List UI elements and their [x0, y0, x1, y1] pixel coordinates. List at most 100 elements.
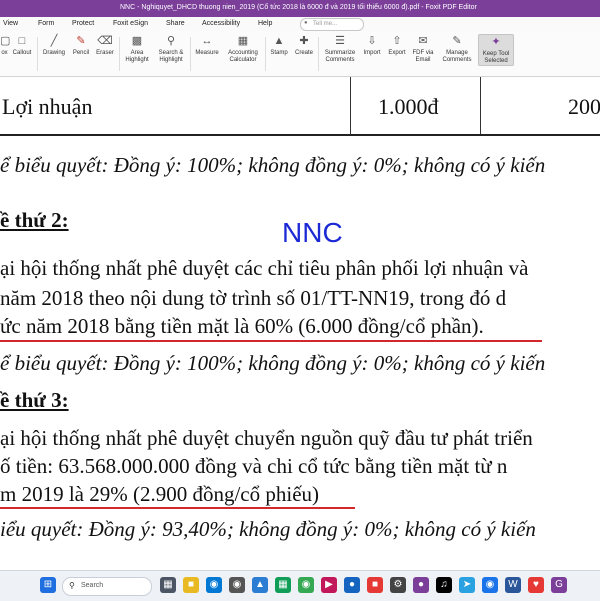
pencil-icon: ✎ [76, 35, 86, 47]
textbox-button[interactable]: ▢ ox [0, 34, 11, 57]
para2-line3: ức năm 2018 bằng tiền mặt là 60% (6.000 … [0, 314, 484, 338]
keep-tool-selected-button[interactable]: ✦ Keep Tool Selected [478, 34, 514, 66]
drawing-button[interactable]: ╱ Drawing [40, 34, 68, 57]
red-underline-2 [0, 507, 355, 509]
vote-result-2: ể biểu quyết: Đồng ý: 100%; không đồng ý… [0, 351, 546, 375]
fdf-email-icon: ✉ [418, 35, 428, 47]
area-highlight-button[interactable]: ▩ Area Highlight [122, 34, 152, 64]
menu-share[interactable]: Share [166, 20, 185, 27]
search-icon: ⚲ [69, 581, 75, 590]
summarize-comments-button[interactable]: ☰ Summarize Comments [321, 34, 359, 64]
vote-result-1: ể biểu quyết: Đồng ý: 100%; không đồng ý… [0, 153, 546, 177]
word-icon[interactable]: W [505, 577, 521, 593]
measure-button[interactable]: ↔ Measure [193, 34, 221, 57]
para2-line2: năm 2018 theo nội dung tờ trình số 01/TT… [0, 286, 507, 310]
summarize-label: Summarize Comments [324, 50, 356, 63]
vote-result-3: iểu quyết: Đồng ý: 93,40%; không đồng ý:… [0, 517, 536, 541]
file-explorer-icon[interactable]: ■ [183, 577, 199, 593]
menu-accessibility[interactable]: Accessibility [202, 20, 240, 27]
fdf-email-label: FDF via Email [412, 50, 434, 63]
calculator-icon: ▦ [237, 35, 249, 47]
edge-browser-icon[interactable]: ◉ [206, 577, 222, 593]
teams-icon[interactable]: ● [413, 577, 429, 593]
ribbon-toolbar: ▢ ox □ Callout ╱ Drawing ✎ Pencil ⌫ Eras… [0, 31, 600, 77]
manage-comments-label: Manage Comments [442, 50, 472, 63]
menu-bar: View Form Protect Foxit eSign Share Acce… [0, 17, 600, 32]
chrome-icon[interactable]: ◉ [298, 577, 314, 593]
search-highlight-icon: ⚲ [166, 35, 176, 47]
section-heading-3: ề thứ 3: [0, 388, 69, 412]
measure-label: Measure [195, 50, 219, 56]
red-underline-1 [0, 340, 542, 342]
keep-tool-label: Keep Tool Selected [482, 51, 510, 64]
eraser-button[interactable]: ⌫ Eraser [94, 34, 116, 57]
para3-line2: ố tiền: 63.568.000.000 đồng và chi cổ tứ… [0, 454, 508, 478]
ribbon-separator [190, 37, 191, 71]
fdf-email-button[interactable]: ✉ FDF via Email [410, 34, 436, 64]
media-icon[interactable]: ▶ [321, 577, 337, 593]
calculator-label: Accounting Calculator [228, 50, 258, 63]
export-button[interactable]: ⇧ Export [385, 34, 409, 57]
settings-icon[interactable]: ⚙ [390, 577, 406, 593]
excel-icon[interactable]: ▦ [275, 577, 291, 593]
export-icon: ⇧ [392, 35, 402, 47]
calculator-button[interactable]: ▦ Accounting Calculator [223, 34, 263, 64]
ribbon-separator [265, 37, 266, 71]
notification-app-icon[interactable]: ♥ [528, 577, 544, 593]
tell-me-search[interactable]: ● Tell me... [300, 18, 364, 31]
ribbon-separator [318, 37, 319, 71]
drawing-icon: ╱ [50, 35, 58, 47]
eraser-label: Eraser [96, 50, 114, 56]
foxit-pdf-icon[interactable]: G [551, 577, 567, 593]
taskbar-search[interactable]: ⚲ Search [62, 577, 152, 596]
window-title: NNC - Nghiquyet_DHCD thuong nien_2019 (C… [120, 4, 477, 11]
stamp-label: Stamp [270, 50, 288, 56]
app-icon[interactable]: ● [344, 577, 360, 593]
tiktok-icon[interactable]: ♫ [436, 577, 452, 593]
stamp-icon: ▲ [273, 35, 285, 47]
lightbulb-icon: ● [304, 20, 308, 26]
para3-line1: ại hội thống nhất phê duyệt chuyển nguồn… [0, 426, 533, 450]
drawing-label: Drawing [42, 50, 65, 56]
menu-help[interactable]: Help [258, 20, 272, 27]
menu-protect[interactable]: Protect [72, 20, 94, 27]
export-label: Export [388, 50, 406, 56]
photos-icon[interactable]: ▲ [252, 577, 268, 593]
manage-comments-button[interactable]: ✎ Manage Comments [438, 34, 476, 64]
camera-icon[interactable]: ◉ [229, 577, 245, 593]
search-highlight-button[interactable]: ⚲ Search & Highlight [155, 34, 187, 64]
table-divider [480, 77, 481, 134]
search-highlight-label: Search & Highlight [158, 50, 184, 63]
menu-foxit-esign[interactable]: Foxit eSign [113, 20, 148, 27]
textbox-icon: ▢ [0, 35, 11, 47]
manage-comments-icon: ✎ [452, 35, 462, 47]
callout-button[interactable]: □ Callout [10, 34, 34, 57]
menu-form[interactable]: Form [38, 20, 54, 27]
area-highlight-icon: ▩ [131, 35, 143, 47]
start-icon[interactable]: ⊞ [40, 577, 56, 593]
ribbon-separator [119, 37, 120, 71]
import-button[interactable]: ⇩ Import [360, 34, 384, 57]
table-cell-value: 1.000đ [378, 94, 439, 119]
summarize-icon: ☰ [335, 35, 345, 47]
office-icon[interactable]: ■ [367, 577, 383, 593]
telegram-icon[interactable]: ➤ [459, 577, 475, 593]
table-cell-next: 200 [568, 94, 600, 119]
pencil-button[interactable]: ✎ Pencil [70, 34, 92, 57]
callout-icon: □ [18, 35, 26, 47]
eraser-icon: ⌫ [97, 35, 113, 47]
para3-line3: m 2019 là 29% (2.900 đồng/cổ phiếu) [0, 482, 320, 506]
para2-line1: ại hội thống nhất phê duyệt các chỉ tiêu… [0, 256, 529, 280]
menu-view[interactable]: View [3, 20, 18, 27]
callout-label: Callout [12, 50, 32, 56]
create-button[interactable]: ✚ Create [292, 34, 316, 57]
measure-icon: ↔ [201, 35, 213, 47]
table-divider [350, 77, 351, 134]
table-cell-label: Lợi nhuận [2, 94, 93, 119]
search-placeholder: Search [81, 582, 104, 589]
title-bar: NNC - Nghiquyet_DHCD thuong nien_2019 (C… [0, 0, 600, 17]
stamp-button[interactable]: ▲ Stamp [268, 34, 290, 57]
task-view-icon[interactable]: ▦ [160, 577, 176, 593]
create-icon: ✚ [299, 35, 309, 47]
zalo-icon[interactable]: ◉ [482, 577, 498, 593]
